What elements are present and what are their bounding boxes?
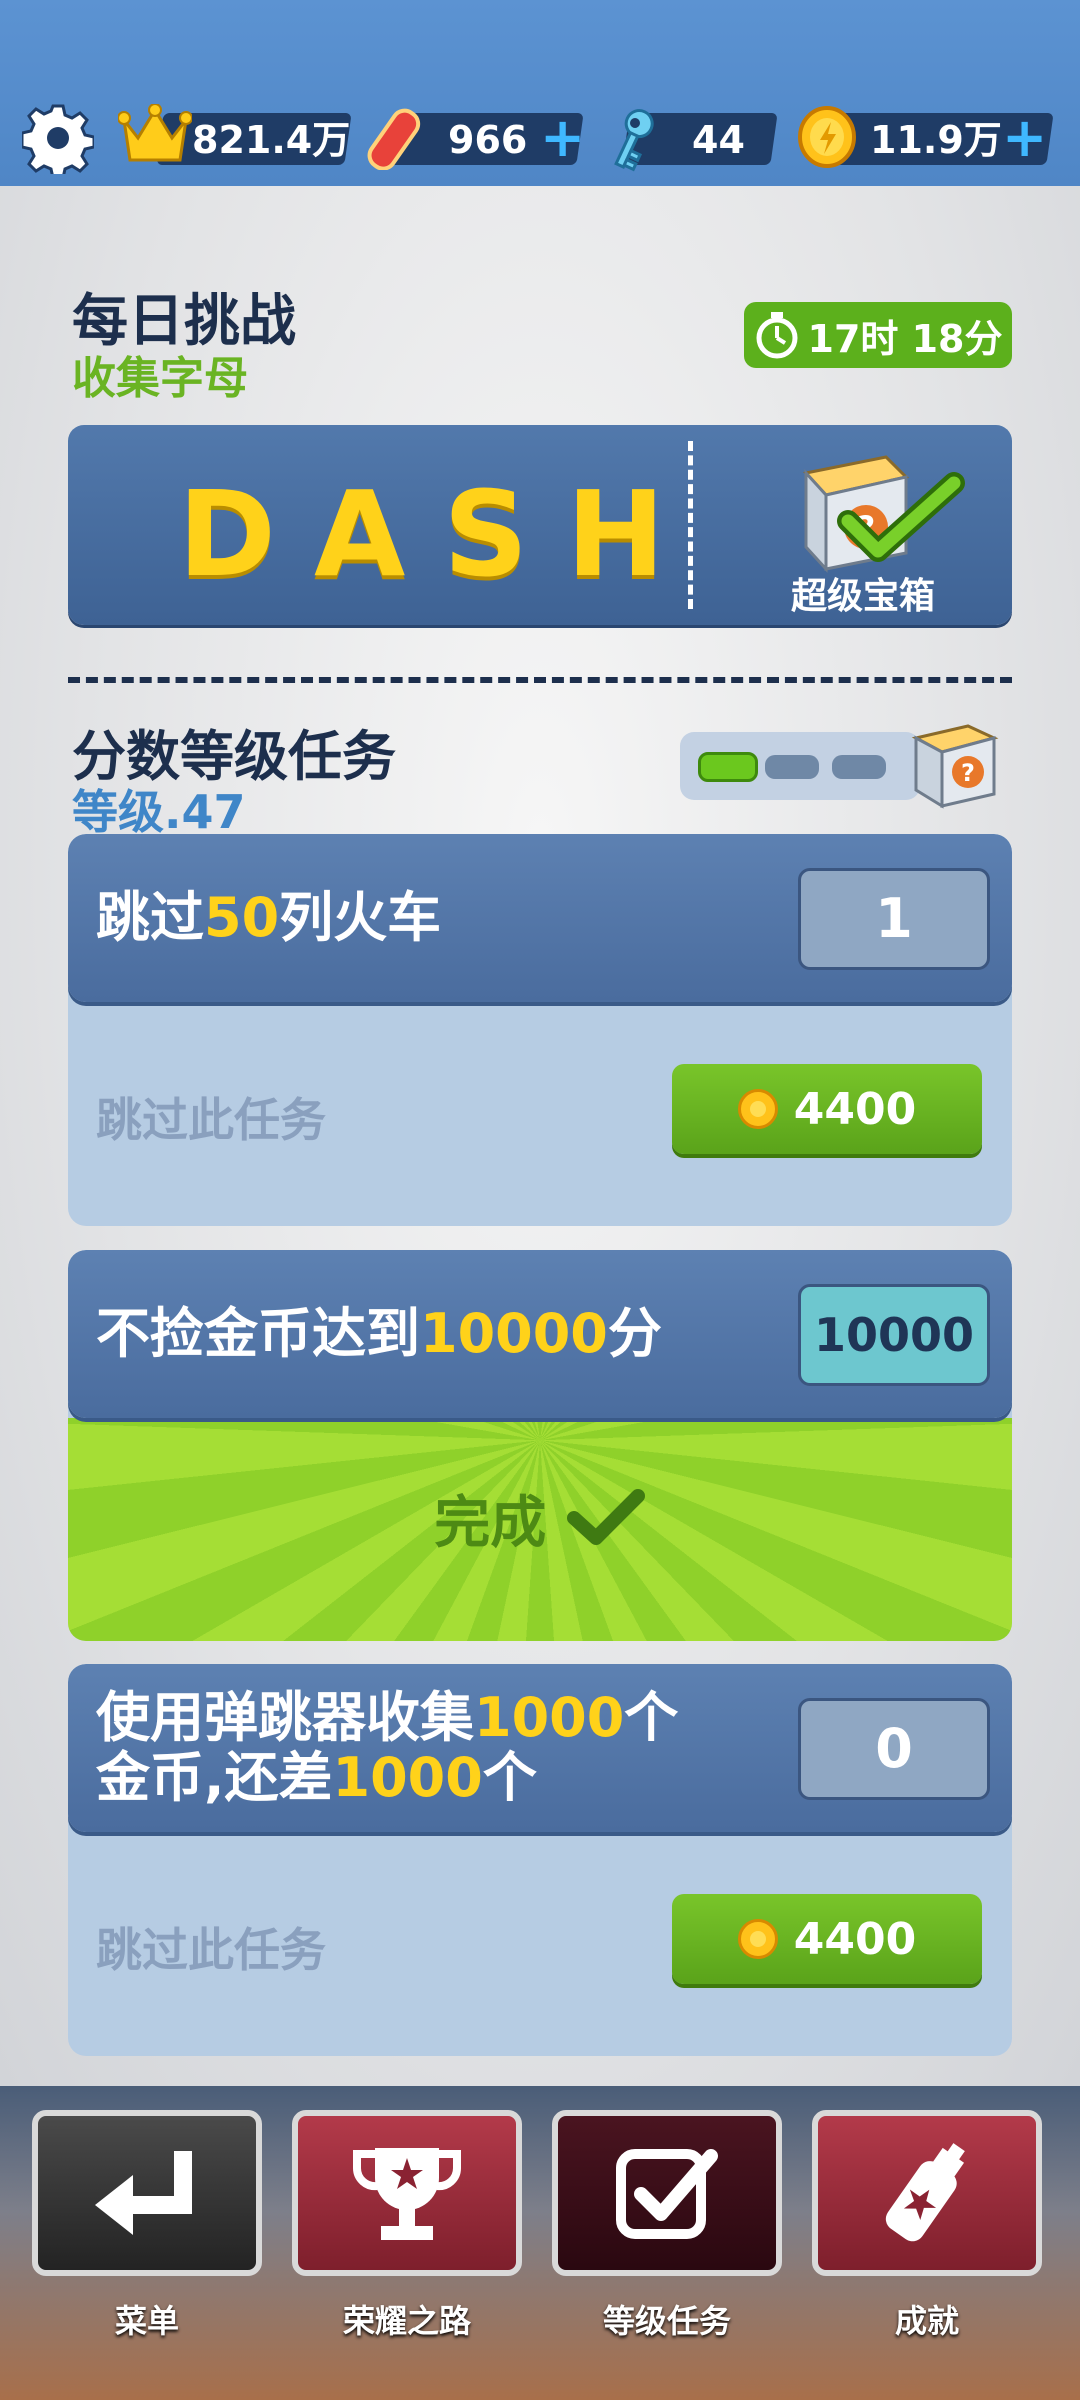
spray-can-icon bbox=[885, 2143, 965, 2242]
timer-text: 17时 18分 bbox=[807, 316, 1003, 361]
progress-dot bbox=[698, 752, 758, 782]
mission-text: 使用弹跳器收集1000个 金币,还差1000个 bbox=[96, 1686, 679, 1809]
achievements-button[interactable] bbox=[812, 2110, 1042, 2276]
svg-text:?: ? bbox=[961, 759, 975, 787]
mission-progress-count: 0 bbox=[798, 1698, 990, 1800]
mission-progress-count: 10000 bbox=[798, 1284, 990, 1386]
mission-progress-count: 1 bbox=[798, 868, 990, 970]
mystery-box-icon[interactable]: ? bbox=[906, 716, 1002, 812]
menu-button[interactable] bbox=[32, 2110, 262, 2276]
keys-value: 44 bbox=[692, 118, 745, 162]
boards-value: 966 bbox=[448, 118, 528, 162]
key-icon bbox=[614, 109, 654, 172]
stopwatch-icon bbox=[756, 312, 797, 359]
missions-level: 等级.47 bbox=[72, 785, 246, 839]
mission-header: 不捡金币达到10000分 10000 bbox=[68, 1250, 1012, 1418]
mission-header: 跳过50列火车 1 bbox=[68, 834, 1012, 1002]
glory-road-label: 荣耀之路 bbox=[342, 2302, 471, 2340]
mission-header: 使用弹跳器收集1000个 金币,还差1000个 0 bbox=[68, 1664, 1012, 1832]
coin-icon bbox=[737, 1089, 778, 1129]
buy-coins-button[interactable]: + bbox=[1002, 108, 1047, 168]
section-divider bbox=[68, 677, 1012, 683]
crown-icon bbox=[118, 104, 192, 162]
mission-card: 跳过50列火车 1 跳过此任务 4400 bbox=[68, 834, 1012, 1226]
mission-card: 完成 不捡金币达到10000分 10000 bbox=[68, 1250, 1012, 1641]
progress-dot bbox=[832, 755, 886, 779]
skip-mission-button[interactable]: 4400 bbox=[672, 1064, 982, 1154]
word-hunt-letters: DASH bbox=[178, 465, 704, 603]
score-value: 821.4万 bbox=[192, 118, 351, 162]
hoverboard-icon bbox=[367, 108, 421, 170]
mission-complete-label: 完成 bbox=[68, 1478, 1012, 1559]
daily-challenge-subtitle: 收集字母 bbox=[72, 353, 248, 404]
mission-text: 跳过50列火车 bbox=[96, 886, 442, 949]
progress-dot bbox=[765, 755, 819, 779]
buy-boards-button[interactable]: + bbox=[540, 108, 585, 168]
super-chest-icon[interactable]: ? bbox=[786, 447, 966, 577]
bottom-navigation: 菜单 荣耀之路 等级任务 成就 bbox=[0, 2086, 1080, 2400]
achievements-label: 成就 bbox=[894, 2302, 959, 2340]
trophy-icon bbox=[352, 2148, 462, 2240]
menu-label: 菜单 bbox=[114, 2302, 179, 2340]
mission-progress-tracker bbox=[680, 732, 920, 800]
settings-gear-icon[interactable] bbox=[22, 102, 94, 174]
mission-card: 使用弹跳器收集1000个 金币,还差1000个 0 跳过此任务 4400 bbox=[68, 1664, 1012, 2056]
coin-icon bbox=[737, 1919, 778, 1959]
skip-mission-label: 跳过此任务 bbox=[96, 1093, 326, 1147]
checkmark-icon bbox=[566, 1489, 645, 1545]
status-bar: 821.4万 966 + 44 11.9万 + bbox=[0, 0, 1080, 186]
skip-cost: 4400 bbox=[793, 1913, 917, 1965]
mission-text: 不捡金币达到10000分 bbox=[96, 1302, 662, 1365]
checkbox-icon bbox=[616, 2149, 718, 2239]
super-chest-label: 超级宝箱 bbox=[790, 576, 935, 617]
skip-mission-label: 跳过此任务 bbox=[96, 1923, 326, 1977]
level-missions-label: 等级任务 bbox=[602, 2302, 731, 2340]
challenge-timer: 17时 18分 bbox=[744, 302, 1012, 368]
mission-complete-area: 完成 bbox=[68, 1418, 1012, 1641]
word-hunt-separator bbox=[688, 441, 693, 609]
word-hunt-box: DASH ? 超级宝箱 bbox=[68, 425, 1012, 625]
glory-road-button[interactable] bbox=[292, 2110, 522, 2276]
skip-mission-button[interactable]: 4400 bbox=[672, 1894, 982, 1984]
return-arrow-icon bbox=[95, 2151, 192, 2235]
coins-value: 11.9万 bbox=[870, 118, 1002, 162]
skip-cost: 4400 bbox=[793, 1083, 917, 1135]
level-missions-button[interactable] bbox=[552, 2110, 782, 2276]
coin-icon bbox=[798, 106, 856, 168]
